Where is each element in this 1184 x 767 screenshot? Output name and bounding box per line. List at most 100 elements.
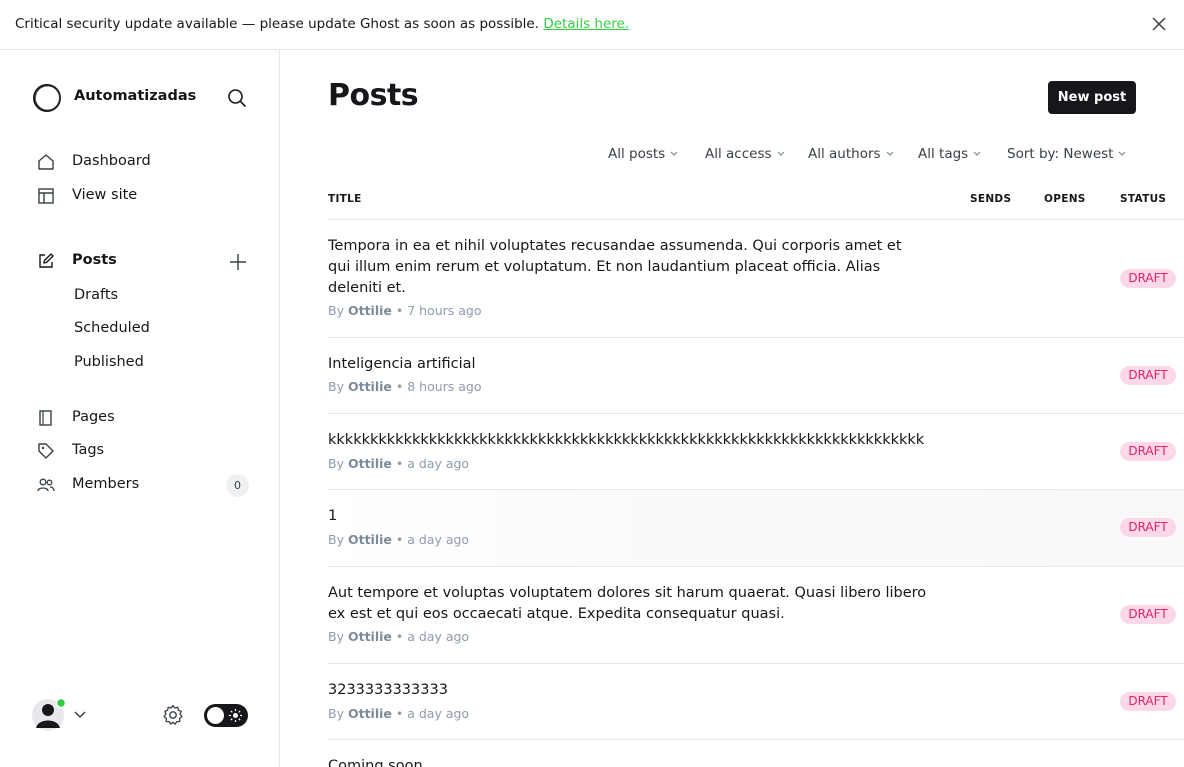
sun-icon [229, 709, 242, 722]
close-icon[interactable] [1149, 14, 1169, 34]
status-badge: DRAFT [1120, 442, 1176, 461]
post-title: kkkkkkkkkkkkkkkkkkkkkkkkkkkkkkkkkkkkkkkk… [328, 432, 925, 448]
column-header-opens: OPENS [1044, 193, 1086, 205]
gear-icon[interactable] [161, 703, 185, 727]
post-by: By [328, 706, 344, 721]
edit-icon [39, 253, 54, 268]
table-row[interactable]: Aut tempore et voluptas voluptatem dolor… [328, 567, 1184, 664]
filter-label: All access [705, 146, 772, 162]
post-meta: By Ottilie • a day ago [328, 706, 469, 721]
post-author: Ottilie [347, 379, 392, 394]
post-author: Ottilie [347, 706, 392, 721]
banner-text: Critical security update available — ple… [15, 16, 629, 32]
column-header-sends: SENDS [970, 193, 1012, 205]
column-header-status: STATUS [1120, 193, 1167, 205]
table-row[interactable]: 3233333333333 By Ottilie • a day ago DRA… [328, 664, 1184, 740]
layout-icon [38, 188, 54, 204]
post-by: By [328, 532, 344, 547]
filter-sort[interactable]: Sort by: Newest [1007, 146, 1126, 162]
chevron-down-icon [1119, 151, 1126, 156]
filter-type[interactable]: All posts [608, 146, 678, 162]
banner-details-link[interactable]: Details here. [543, 16, 629, 32]
table-row[interactable]: Inteligencia artificial By Ottilie • 8 h… [328, 338, 1184, 414]
post-title: Aut tempore et voluptas voluptatem dolor… [328, 585, 927, 622]
sidebar-item-pages[interactable]: Pages [36, 405, 256, 431]
sidebar-item-label: Tags [72, 442, 105, 458]
post-time: • a day ago [395, 629, 470, 644]
post-title: 3233333333333 [328, 682, 448, 698]
tag-icon [38, 443, 54, 459]
site-logo-icon[interactable] [32, 83, 62, 113]
table-row[interactable]: 1 By Ottilie • a day ago DRAFT [328, 490, 1184, 567]
sidebar-item-posts[interactable]: Posts [36, 248, 256, 274]
add-post-icon[interactable] [227, 251, 249, 273]
post-time: • a day ago [395, 532, 470, 547]
filter-tags[interactable]: All tags [918, 146, 981, 162]
chevron-down-icon [777, 151, 784, 156]
members-count-badge: 0 [226, 474, 249, 497]
post-by: By [328, 629, 344, 644]
post-time: • 8 hours ago [395, 379, 482, 394]
security-banner: Critical security update available — ple… [0, 0, 1184, 50]
post-author: Ottilie [347, 303, 392, 318]
post-author: Ottilie [347, 532, 392, 547]
post-meta: By Ottilie • 7 hours ago [328, 303, 482, 318]
status-badge: DRAFT [1120, 269, 1176, 288]
post-title: Coming soon [328, 758, 423, 767]
home-icon [38, 154, 54, 170]
status-badge: DRAFT [1120, 366, 1176, 385]
filter-authors[interactable]: All authors [808, 146, 894, 162]
post-author: Ottilie [347, 629, 392, 644]
sidebar-item-dashboard[interactable]: Dashboard [36, 149, 256, 175]
filter-label: Sort by: Newest [1007, 146, 1114, 162]
chevron-down-icon [74, 711, 86, 719]
new-post-button[interactable]: New post [1048, 81, 1136, 114]
sidebar-item-view-site[interactable]: View site [36, 183, 256, 209]
status-badge: DRAFT [1120, 692, 1176, 711]
post-by: By [328, 379, 344, 394]
sidebar: Automatizadas Dashboard View site Posts … [0, 50, 280, 767]
sidebar-item-label: Posts [72, 252, 117, 268]
filter-label: All posts [608, 146, 666, 162]
sidebar-item-members[interactable]: Members [36, 472, 256, 498]
post-time: • a day ago [395, 456, 470, 471]
column-header-title: TITLE [328, 193, 362, 205]
avatar [32, 697, 86, 731]
table-row[interactable]: Coming soon [328, 740, 1184, 767]
status-badge: DRAFT [1120, 605, 1176, 624]
filter-access[interactable]: All access [705, 146, 785, 162]
post-author: Ottilie [347, 456, 392, 471]
post-title: Tempora in ea et nihil voluptates recusa… [328, 238, 902, 296]
page-title: Posts [328, 78, 419, 113]
chevron-down-icon [973, 151, 981, 156]
post-meta: By Ottilie • a day ago [328, 629, 469, 644]
page-icon [39, 410, 52, 426]
sidebar-item-tags[interactable]: Tags [36, 438, 256, 464]
table-row[interactable]: kkkkkkkkkkkkkkkkkkkkkkkkkkkkkkkkkkkkkkkk… [328, 414, 1184, 490]
user-menu[interactable] [32, 697, 90, 732]
members-icon [37, 478, 55, 492]
post-by: By [328, 456, 344, 471]
post-time: • 7 hours ago [395, 303, 482, 318]
post-meta: By Ottilie • 8 hours ago [328, 379, 482, 394]
sidebar-item-label: Members [72, 476, 140, 492]
post-meta: By Ottilie • a day ago [328, 532, 469, 547]
sidebar-item-label: Pages [72, 409, 115, 425]
filter-label: All authors [808, 146, 881, 162]
chevron-down-icon [886, 151, 893, 156]
toggle-knob [207, 707, 224, 724]
post-by: By [328, 303, 344, 318]
post-meta: By Ottilie • a day ago [328, 456, 469, 471]
site-name[interactable]: Automatizadas [74, 88, 196, 104]
theme-toggle[interactable] [204, 704, 248, 727]
banner-message: Critical security update available — ple… [15, 16, 540, 32]
sidebar-item-scheduled[interactable]: Scheduled [74, 320, 150, 336]
sidebar-item-label: Dashboard [72, 153, 151, 169]
table-row[interactable]: Tempora in ea et nihil voluptates recusa… [328, 220, 1184, 338]
filter-label: All tags [918, 146, 969, 162]
post-title: 1 [328, 508, 338, 524]
search-icon[interactable] [226, 87, 248, 109]
sidebar-item-published[interactable]: Published [74, 354, 144, 370]
sidebar-item-drafts[interactable]: Drafts [74, 287, 118, 303]
post-time: • a day ago [395, 706, 470, 721]
